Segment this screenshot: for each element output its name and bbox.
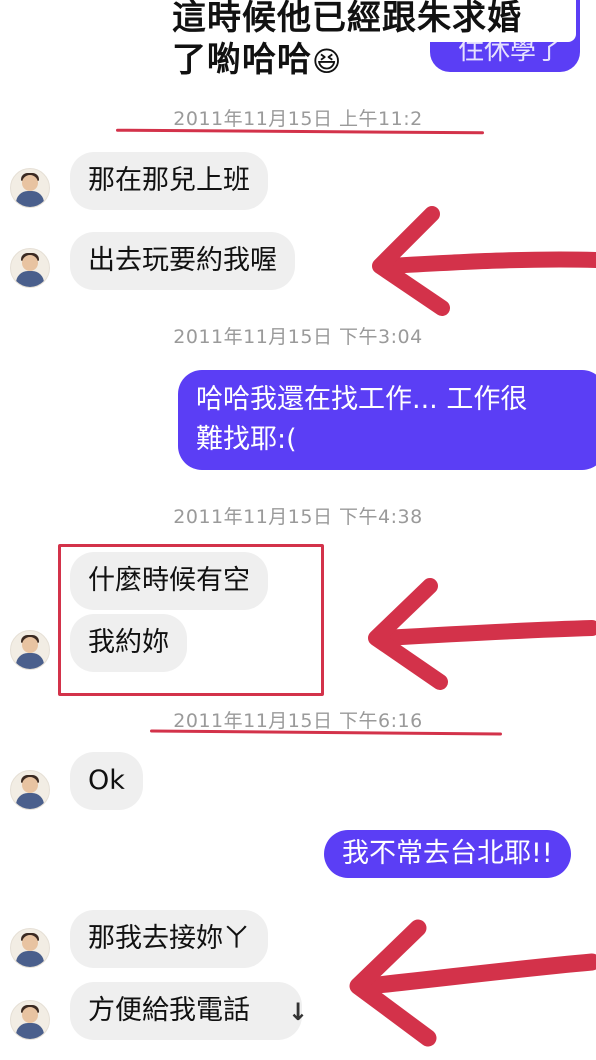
incoming-message-5: Ok — [70, 752, 143, 810]
caption-line-2-text: 了喲哈哈 — [172, 40, 312, 80]
laughing-emoji-icon: 😆 — [312, 45, 343, 78]
red-arrow-annotation-1 — [372, 206, 596, 316]
incoming-message-7: 方便給我電話 — [70, 982, 302, 1040]
outgoing-message-1-line-1: 哈哈我還在找工作... 工作很 — [196, 384, 528, 415]
incoming-message-1: 那在那兒上班 — [70, 152, 268, 210]
contact-avatar[interactable] — [10, 630, 50, 670]
outgoing-message-1-line-2: 難找耶:( — [196, 424, 297, 455]
red-arrow-annotation-3 — [349, 919, 596, 1047]
red-arrow-annotation-2 — [368, 578, 596, 690]
outgoing-message-1: 哈哈我還在找工作... 工作很 難找耶:( — [178, 370, 596, 470]
outgoing-message-2: 我不常去台北耶!! — [324, 830, 571, 878]
incoming-message-2: 出去玩要約我喔 — [70, 232, 295, 290]
timestamp-4: 2011年11月15日 下午6:16 — [173, 710, 423, 732]
contact-avatar[interactable] — [10, 248, 50, 288]
contact-avatar[interactable] — [10, 168, 50, 208]
timestamp-1: 2011年11月15日 上午11:2 — [173, 108, 423, 130]
timestamp-3: 2011年11月15日 下午4:38 — [173, 506, 423, 528]
caption-line-1: 這時候他已經跟朱求婚 — [172, 0, 522, 38]
incoming-message-6: 那我去接妳ㄚ — [70, 910, 268, 968]
timestamp-2: 2011年11月15日 下午3:04 — [173, 326, 423, 348]
scroll-down-icon[interactable]: ↓ — [288, 998, 308, 1026]
caption-line-2: 了喲哈哈😆 — [172, 40, 349, 82]
incoming-message-3: 什麼時候有空 — [70, 552, 268, 610]
incoming-message-4: 我約妳 — [70, 614, 187, 672]
contact-avatar[interactable] — [10, 770, 50, 810]
contact-avatar[interactable] — [10, 928, 50, 968]
contact-avatar[interactable] — [10, 1000, 50, 1040]
